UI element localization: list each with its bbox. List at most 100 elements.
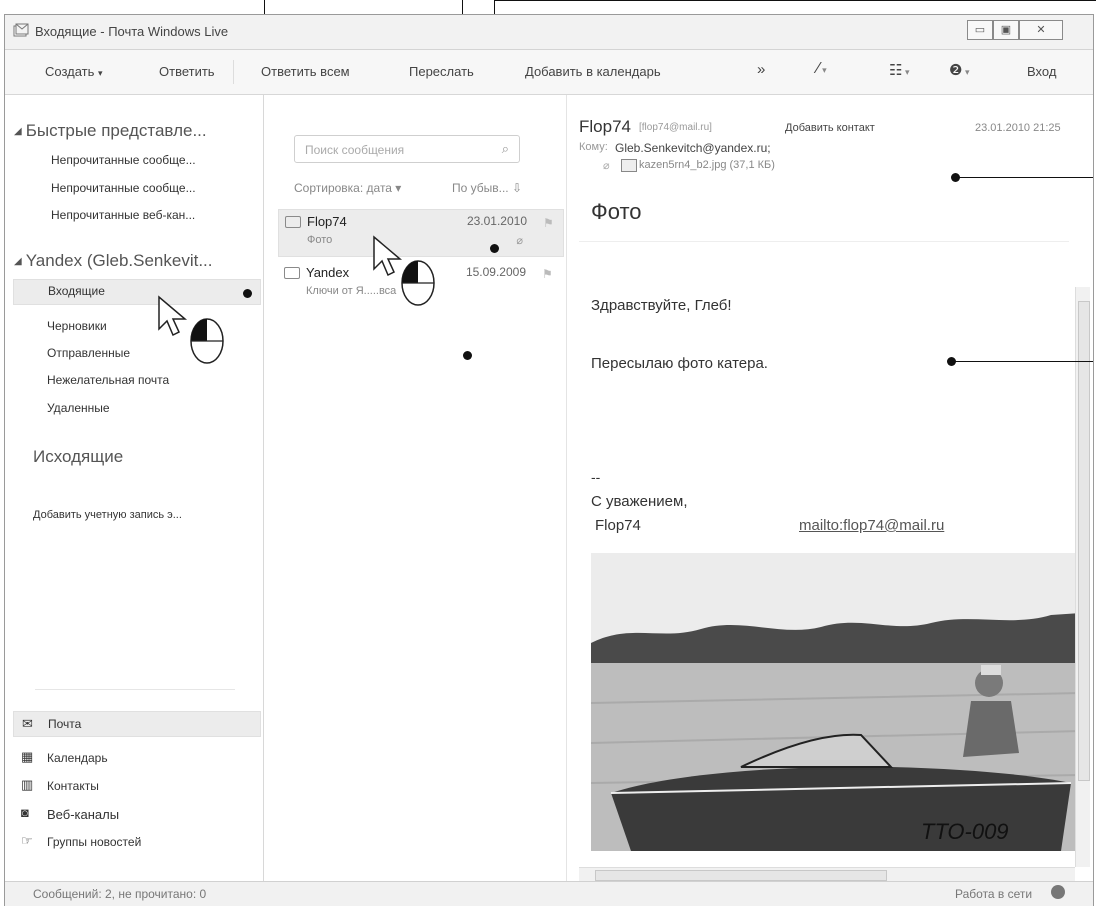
callout-dot-message <box>490 244 499 253</box>
help-icon[interactable]: ❷ ▾ <box>949 61 969 79</box>
callout-dot-list <box>463 351 472 360</box>
boat-photo: ТТО-009 <box>591 553 1081 851</box>
quick-view-unread-mail[interactable]: Непрочитанные сообще... <box>51 153 196 167</box>
attachment-link[interactable]: kazen5rn4_b2.jpg (37,1 КБ) <box>639 159 775 171</box>
search-input[interactable]: Поиск сообщения ⌕ <box>294 135 520 163</box>
status-online: Работа в сети <box>955 887 1033 901</box>
chevron-down-icon: ▾ <box>98 68 103 78</box>
to-value: Gleb.Senkevitch@yandex.ru; <box>615 141 771 155</box>
nav-calendar-label: Календарь <box>47 751 108 765</box>
signature-dash: -- <box>591 469 601 485</box>
triangle-down-icon: ◢ <box>14 256 22 267</box>
message-body: Здравствуйте, Глеб! Пересылаю фото катер… <box>573 259 1081 867</box>
nav-divider <box>35 689 235 690</box>
nav-contacts-label: Контакты <box>47 779 99 793</box>
horizontal-scrollbar[interactable] <box>579 867 1075 882</box>
nav-mail-selected[interactable]: ✉ Почта <box>13 711 261 737</box>
callout-line-body <box>951 361 1093 362</box>
account-header[interactable]: ◢ Yandex (Gleb.Senkevit... <box>14 251 213 271</box>
quick-view-unread-news[interactable]: Непрочитанные сообще... <box>51 181 196 195</box>
mail-window: Входящие - Почта Windows Live ▭ ▣ ✕ Созд… <box>4 14 1094 906</box>
image-file-icon <box>621 159 637 172</box>
sender-email: [flop74@mail.ru] <box>639 122 712 133</box>
rss-icon: ◙ <box>21 805 29 820</box>
paperclip-icon: ⌀ <box>603 160 610 172</box>
nav-newsgroups-label: Группы новостей <box>47 835 142 849</box>
search-icon: ⌕ <box>501 141 509 156</box>
body-text: Пересылаю фото катера. <box>591 355 768 372</box>
quick-views-header[interactable]: ◢ Быстрые представле... <box>14 121 207 141</box>
create-button[interactable]: Создать ▾ <box>45 64 103 79</box>
folder-deleted[interactable]: Удаленные <box>47 401 110 415</box>
folder-pane: ◢ Быстрые представле... Непрочитанные соо… <box>5 95 264 881</box>
create-label: Создать <box>45 64 95 79</box>
message-datetime: 23.01.2010 21:25 <box>975 122 1061 134</box>
minimize-button[interactable]: ▭ <box>967 20 993 40</box>
folder-inbox-label: Входящие <box>48 284 105 298</box>
add-contact-link[interactable]: Добавить контакт <box>785 122 875 134</box>
mail-icon: ✉ <box>22 716 33 731</box>
add-to-calendar-button[interactable]: Добавить в календарь <box>525 64 661 79</box>
maximize-button[interactable]: ▣ <box>993 20 1019 40</box>
view-icon[interactable]: ☷ ▾ <box>889 61 909 79</box>
add-account-link[interactable]: Добавить учетную запись э... <box>33 509 182 521</box>
scrollbar-thumb[interactable] <box>595 870 887 881</box>
callout-line-top <box>494 0 1096 1</box>
envelope-icon <box>284 267 300 279</box>
contacts-icon: ▥ <box>21 777 34 792</box>
nav-feeds-label: Веб-каналы <box>47 807 120 822</box>
newsgroups-icon: ☞ <box>21 833 33 848</box>
signature-email-link[interactable]: mailto:flop74@mail.ru <box>799 517 944 534</box>
sender-name: Flop74 <box>579 117 631 136</box>
reply-all-button[interactable]: Ответить всем <box>261 64 350 79</box>
close-button[interactable]: ✕ <box>1019 20 1063 40</box>
online-globe-icon <box>1051 885 1065 899</box>
flag-icon[interactable]: ⚑ <box>542 267 554 281</box>
nav-feeds[interactable]: ◙ Веб-каналы <box>13 803 253 825</box>
to-label: Кому: <box>579 141 608 153</box>
brush-icon[interactable]: ⁄ ▾ <box>817 60 827 78</box>
calendar-icon: ▦ <box>21 749 34 764</box>
reply-button[interactable]: Ответить <box>159 64 215 79</box>
toolbar: Создать ▾ Ответить Ответить всем Пересла… <box>5 50 1093 95</box>
status-bar: Сообщений: 2, не прочитано: 0 Работа в с… <box>5 881 1093 906</box>
sign-in-button[interactable]: Вход <box>1027 64 1056 79</box>
forward-button[interactable]: Переслать <box>409 64 474 79</box>
reading-pane: Flop74 [flop74@mail.ru] Добавить контакт… <box>567 95 1093 882</box>
attachment-icon: ⌀ <box>516 235 523 247</box>
toolbar-divider <box>233 60 234 84</box>
nav-calendar[interactable]: ▦ Календарь <box>13 747 253 769</box>
window-title: Входящие - Почта Windows Live <box>35 24 229 39</box>
folder-sent[interactable]: Отправленные <box>47 346 130 360</box>
mouse-cursor-icon <box>373 235 435 306</box>
more-button[interactable]: » <box>757 61 765 78</box>
message-subject-heading: Фото <box>591 199 642 224</box>
folder-drafts[interactable]: Черновики <box>47 319 107 333</box>
sort-by-dropdown[interactable]: Сортировка: дата ▾ <box>294 181 401 195</box>
callout-dot-folders <box>243 289 252 298</box>
signature-name: Flop74 <box>595 517 641 534</box>
flag-icon[interactable]: ⚑ <box>543 216 555 230</box>
callout-line-header <box>955 177 1093 178</box>
folder-junk[interactable]: Нежелательная почта <box>47 373 169 387</box>
nav-newsgroups[interactable]: ☞ Группы новостей <box>13 831 253 853</box>
boat-number: ТТО-009 <box>921 819 1009 844</box>
quick-view-unread-feeds[interactable]: Непрочитанные веб-кан... <box>51 208 195 222</box>
account-label: Yandex (Gleb.Senkevit... <box>25 251 213 270</box>
subject-divider <box>579 241 1069 242</box>
mouse-cursor-icon <box>158 295 224 364</box>
outbox-header[interactable]: Исходящие <box>33 447 123 467</box>
sort-order-dropdown[interactable]: По убыв... ⇩ <box>452 181 522 195</box>
message-from: Yandex <box>306 265 350 280</box>
envelope-open-icon <box>285 216 301 228</box>
quick-views-label: Быстрые представле... <box>25 121 207 140</box>
vertical-scrollbar[interactable] <box>1075 287 1090 867</box>
scrollbar-thumb[interactable] <box>1078 301 1090 781</box>
message-subject: Фото <box>307 234 333 246</box>
message-date: 15.09.2009 <box>465 265 526 279</box>
nav-contacts[interactable]: ▥ Контакты <box>13 775 253 797</box>
triangle-down-icon: ◢ <box>14 126 22 137</box>
status-message-count: Сообщений: 2, не прочитано: 0 <box>33 887 207 901</box>
mail-app-icon <box>13 23 29 37</box>
message-from: Flop74 <box>307 214 347 229</box>
